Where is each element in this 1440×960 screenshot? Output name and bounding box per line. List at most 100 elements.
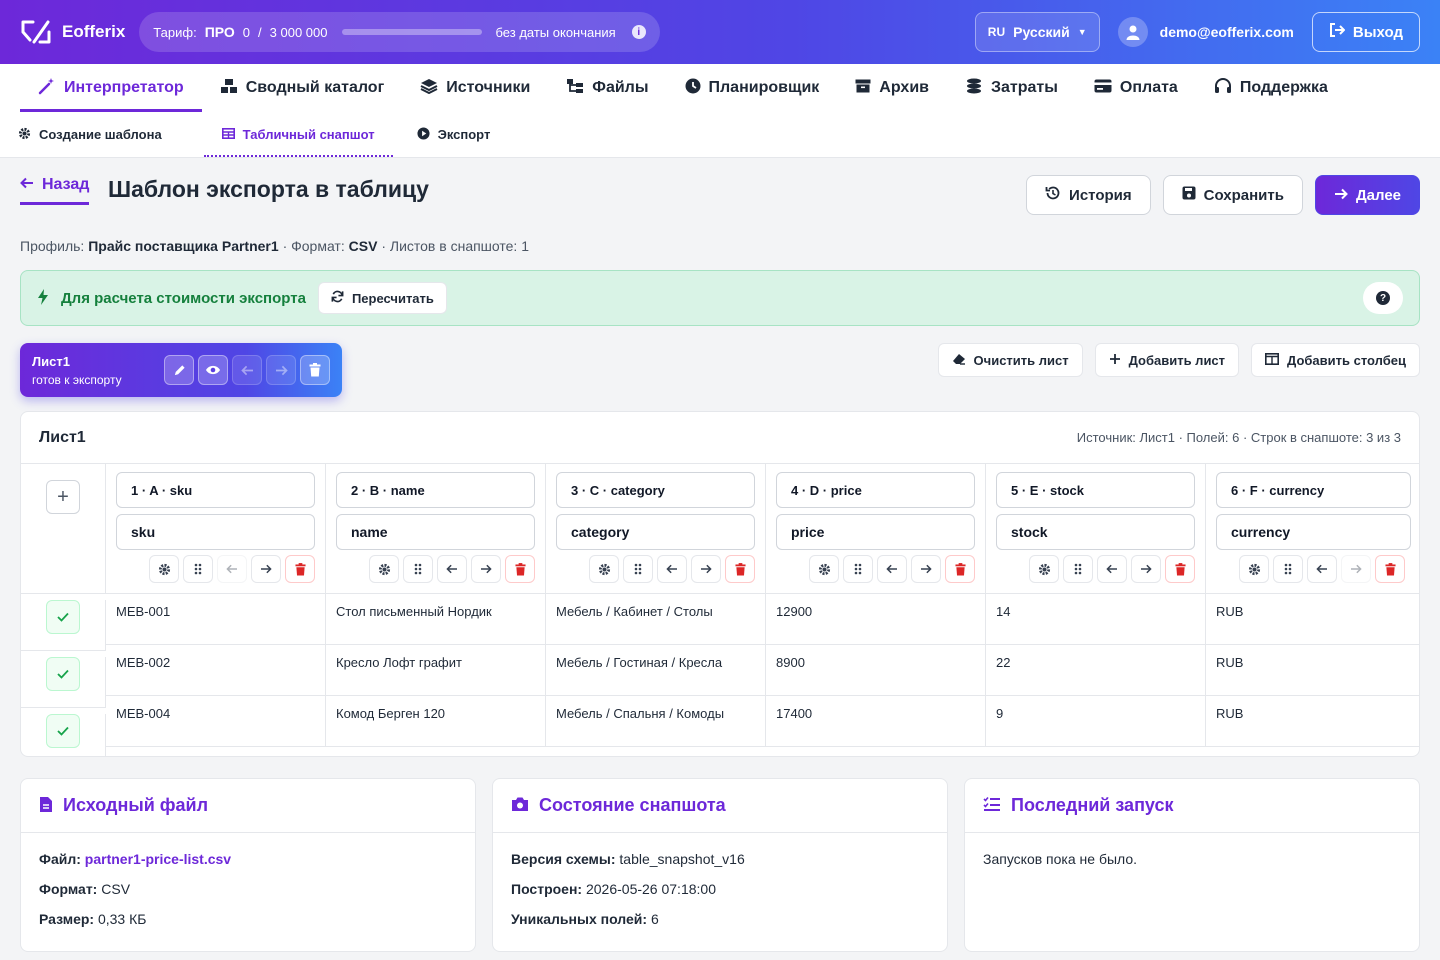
column-settings-button[interactable]	[369, 555, 399, 583]
move-column-left-button[interactable]	[657, 555, 687, 583]
table-cell[interactable]: 17400	[766, 696, 986, 747]
nav-item-sources[interactable]: Источники	[402, 64, 548, 112]
arrow-right-icon	[261, 564, 272, 574]
brand[interactable]: Eofferix	[20, 18, 125, 46]
delete-column-button[interactable]	[285, 555, 315, 583]
save-button[interactable]: Сохранить	[1162, 175, 1303, 215]
column-drag-handle[interactable]	[183, 555, 213, 583]
tab-table-snapshot[interactable]: Табличный снапшот	[203, 112, 393, 157]
table-cell[interactable]: MEB-002	[106, 645, 326, 696]
add-row-button[interactable]: +	[46, 480, 80, 514]
table-cell[interactable]: MEB-004	[106, 696, 326, 747]
column-settings-button[interactable]	[1029, 555, 1059, 583]
nav-item-support[interactable]: Поддержка	[1196, 64, 1346, 112]
move-column-right-button[interactable]	[911, 555, 941, 583]
user-menu[interactable]: demo@eofferix.com	[1117, 17, 1294, 47]
table-cell[interactable]: RUB	[1206, 594, 1419, 645]
move-sheet-right-button[interactable]	[266, 355, 296, 385]
move-column-left-button[interactable]	[1097, 555, 1127, 583]
table-cell[interactable]: 9	[986, 696, 1206, 747]
table-cell[interactable]: MEB-001	[106, 594, 326, 645]
column-header-field[interactable]: 5 · E · stock	[996, 472, 1195, 508]
nav-item-archive[interactable]: Архив	[837, 64, 947, 112]
nav-item-costs[interactable]: Затраты	[947, 64, 1076, 112]
move-column-left-button[interactable]	[437, 555, 467, 583]
edit-sheet-button[interactable]	[164, 355, 194, 385]
column-header-field[interactable]: 1 · A · sku	[116, 472, 315, 508]
column-header-field[interactable]: 4 · D · price	[776, 472, 975, 508]
move-sheet-left-button[interactable]	[232, 355, 262, 385]
table-cell[interactable]: Мебель / Спальня / Комоды	[546, 696, 766, 747]
clear-sheet-button[interactable]: Очистить лист	[937, 343, 1083, 377]
row-check-button[interactable]	[46, 714, 80, 748]
column-field-name[interactable]: name	[336, 514, 535, 550]
table-cell[interactable]: Мебель / Кабинет / Столы	[546, 594, 766, 645]
nav-label: Файлы	[592, 79, 649, 96]
column-drag-handle[interactable]	[623, 555, 653, 583]
help-button[interactable]: ?	[1363, 282, 1403, 314]
move-column-right-button[interactable]	[691, 555, 721, 583]
column-settings-button[interactable]	[589, 555, 619, 583]
column-field-name[interactable]: sku	[116, 514, 315, 550]
nav-item-payment[interactable]: Оплата	[1076, 64, 1196, 112]
table-cell[interactable]: RUB	[1206, 645, 1419, 696]
table-cell[interactable]: 22	[986, 645, 1206, 696]
delete-sheet-button[interactable]	[300, 355, 330, 385]
add-column-button[interactable]: Добавить столбец	[1251, 343, 1420, 377]
move-column-left-button[interactable]	[877, 555, 907, 583]
tab-export[interactable]: Экспорт	[417, 112, 509, 157]
table-cell[interactable]: Мебель / Гостиная / Кресла	[546, 645, 766, 696]
move-column-left-button[interactable]	[217, 555, 247, 583]
column-drag-handle[interactable]	[1063, 555, 1093, 583]
history-button[interactable]: История	[1026, 175, 1151, 215]
info-icon[interactable]: i	[631, 25, 646, 39]
move-column-right-button[interactable]	[251, 555, 281, 583]
nav-item-catalog[interactable]: Сводный каталог	[202, 64, 403, 112]
add-sheet-button[interactable]: Добавить лист	[1094, 343, 1240, 377]
column-drag-handle[interactable]	[1273, 555, 1303, 583]
nav-item-interpreter[interactable]: Интерпретатор	[20, 64, 202, 112]
move-column-right-button[interactable]	[1341, 555, 1371, 583]
preview-sheet-button[interactable]	[198, 355, 228, 385]
nav-item-scheduler[interactable]: Планировщик	[667, 64, 838, 112]
table-cell[interactable]: Стол письменный Нордик	[326, 594, 546, 645]
nav-item-files[interactable]: Файлы	[548, 64, 666, 112]
column-header-field[interactable]: 6 · F · currency	[1216, 472, 1411, 508]
column-header-field[interactable]: 3 · C · category	[556, 472, 755, 508]
move-column-right-button[interactable]	[471, 555, 501, 583]
recalculate-button[interactable]: Пересчитать	[317, 282, 447, 314]
delete-column-button[interactable]	[945, 555, 975, 583]
column-drag-handle[interactable]	[843, 555, 873, 583]
back-link[interactable]: Назад	[20, 176, 90, 205]
column-settings-button[interactable]	[1239, 555, 1269, 583]
next-button[interactable]: Далее	[1314, 175, 1420, 215]
column-field-name[interactable]: stock	[996, 514, 1195, 550]
logout-button[interactable]: Выход	[1311, 12, 1420, 52]
delete-column-button[interactable]	[1165, 555, 1195, 583]
move-column-right-button[interactable]	[1131, 555, 1161, 583]
column-settings-button[interactable]	[149, 555, 179, 583]
table-cell[interactable]: 8900	[766, 645, 986, 696]
table-cell[interactable]: Кресло Лофт графит	[326, 645, 546, 696]
source-file-link[interactable]: partner1-price-list.csv	[85, 851, 231, 867]
column-field-name[interactable]: currency	[1216, 514, 1411, 550]
delete-column-button[interactable]	[505, 555, 535, 583]
table-cell[interactable]: 12900	[766, 594, 986, 645]
column-header-field[interactable]: 2 · B · name	[336, 472, 535, 508]
column-settings-button[interactable]	[809, 555, 839, 583]
row-check-button[interactable]	[46, 657, 80, 691]
delete-column-button[interactable]	[1375, 555, 1405, 583]
column-field-name[interactable]: price	[776, 514, 975, 550]
column-drag-handle[interactable]	[403, 555, 433, 583]
sheet-tab[interactable]: Лист1 готов к экспорту	[20, 343, 342, 397]
add-row-cell: +	[21, 464, 106, 594]
table-cell[interactable]: 14	[986, 594, 1206, 645]
table-cell[interactable]: Комод Берген 120	[326, 696, 546, 747]
column-field-name[interactable]: category	[556, 514, 755, 550]
row-check-button[interactable]	[46, 600, 80, 634]
table-cell[interactable]: RUB	[1206, 696, 1419, 747]
delete-column-button[interactable]	[725, 555, 755, 583]
move-column-left-button[interactable]	[1307, 555, 1337, 583]
tab-template-create[interactable]: Создание шаблона	[18, 112, 180, 157]
language-select[interactable]: RU Русский ▼	[974, 12, 1100, 52]
